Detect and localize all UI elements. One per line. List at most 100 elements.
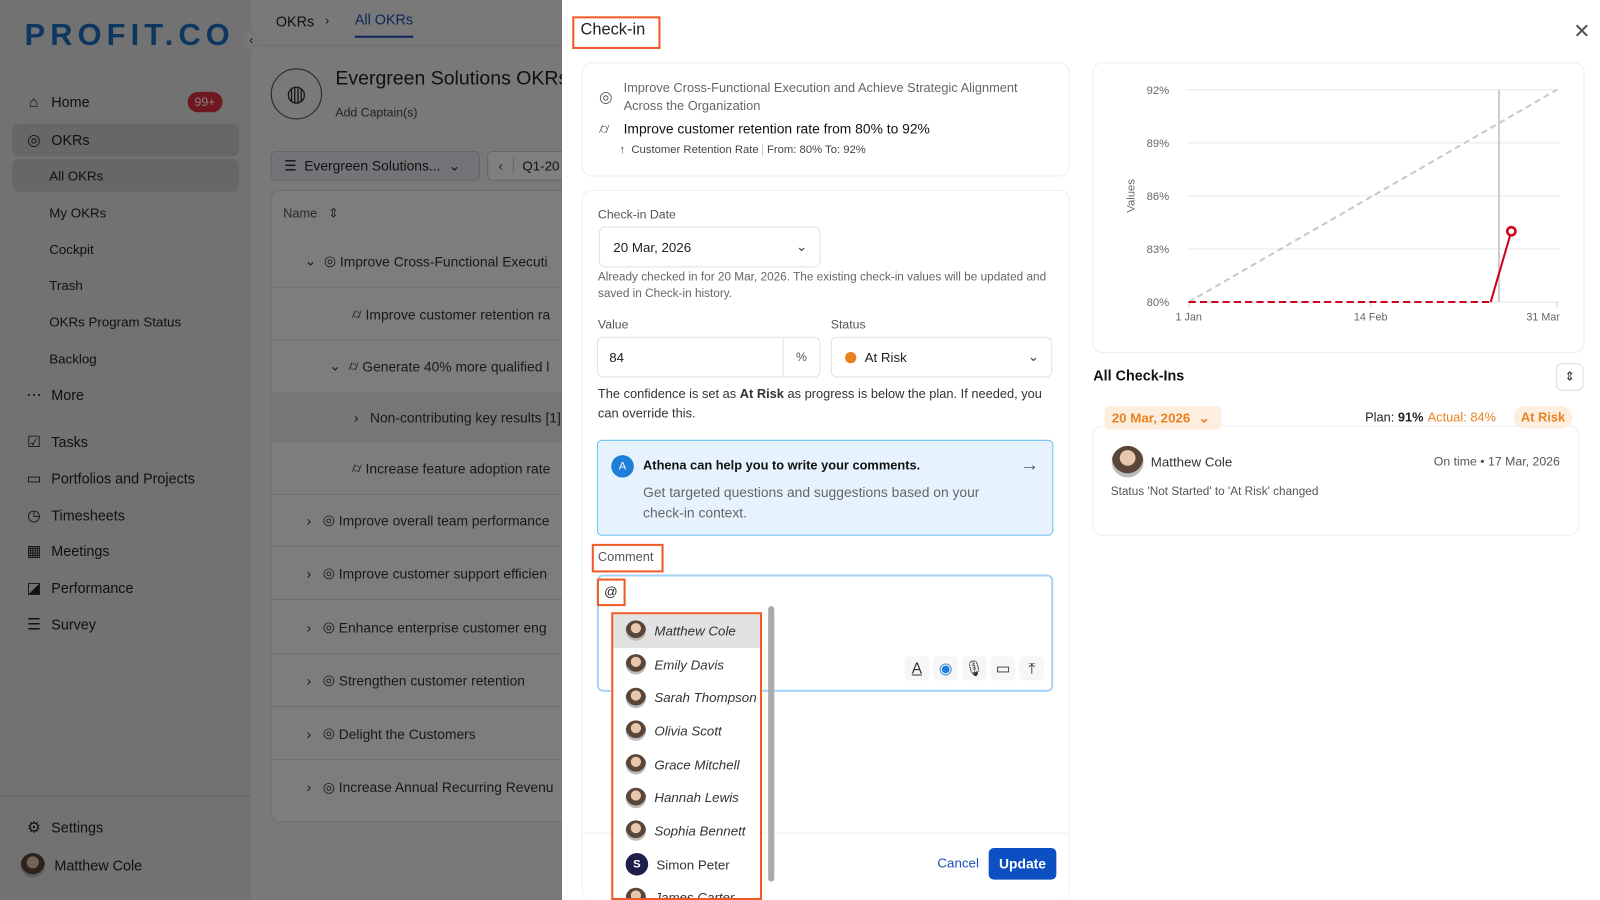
actual-line [1489,231,1513,303]
value: 91% [1397,410,1424,425]
actual-value: Actual: 84% [1427,410,1497,425]
objective-title: Improve Cross-Functional Execution and A… [623,80,1018,114]
checkin-time: On time • 17 Mar, 2026 [1433,454,1560,469]
athena-icon: A [611,455,634,478]
actual-point [1505,225,1517,237]
scrollbar[interactable] [768,606,775,882]
mention-name: Olivia Scott [654,723,722,739]
avatar [625,687,647,708]
arrow-up-icon: ↑ [619,143,632,157]
confidence-note: The confidence is set as At Risk as prog… [598,385,1054,424]
user-name: Matthew Cole [1150,454,1233,470]
y-tick-label: 86% [1147,191,1170,203]
status-badge: At Risk [1513,406,1573,429]
value-label: Value [597,317,629,332]
avatar [625,754,647,775]
avatar [625,720,647,742]
arrow-right-icon[interactable]: → [1020,454,1038,475]
avatar [625,820,647,842]
chevron-down-icon: ⌄ [795,238,808,255]
cancel-button[interactable]: Cancel [937,855,979,870]
mention-option[interactable]: Emily Davis [613,648,760,681]
background-app: PROFIT.CO ⌂Home99+ ◎OKRs All OKRs My OKR… [0,0,563,900]
mention-name: Emily Davis [654,656,724,672]
date: 20 Mar, 2026 [1111,410,1191,426]
value-input[interactable]: 84% [596,336,821,378]
unit-label: % [782,337,820,377]
mention-option[interactable]: Sophia Bennett [613,814,760,847]
change-description: Status 'Not Started' to 'At Risk' change… [1110,485,1319,498]
mention-option[interactable]: Olivia Scott [613,714,760,747]
checkin-history-card [1092,425,1580,536]
checkin-date-label: Check-in Date [597,207,676,222]
okr-summary-card: ◎ Improve Cross-Functional Execution and… [581,62,1070,177]
avatar [625,787,647,808]
all-checkins-title: All Check-Ins [1093,367,1185,384]
microphone-icon[interactable]: 🎙 [962,656,987,681]
status-value: At Risk [864,349,907,365]
update-button[interactable]: Update [988,847,1057,880]
mention-dropdown: Matthew Cole Emily Davis Sarah Thompson Oli… [611,612,763,900]
objective-icon: ◎ [598,88,613,107]
mention-name: Sarah Thompson [654,690,757,706]
metric-name: Customer Retention Rate [631,143,759,157]
key-result-title: Improve customer retention rate from 80%… [623,121,930,137]
date-value: 20 Mar, 2026 [613,239,692,255]
progress-chart: 80% 83% 86% 89% 92% 1 Jan 14 Feb 31 Mar Values [1125,85,1560,323]
mention-name: Matthew Cole [654,623,736,639]
sort-toggle-icon[interactable]: ⇕ [1555,363,1584,391]
y-axis-label: Values [1125,179,1137,213]
mention-option[interactable]: S Simon Peter [613,848,760,881]
athena-suggestion-card[interactable]: A Athena can help you to write your comm… [596,439,1054,536]
progress-chart-card: 80% 83% 86% 89% 92% 1 Jan 14 Feb 31 Mar Values [1092,62,1585,354]
mention-option[interactable]: James Carter [613,881,760,900]
mention-name: Simon Peter [656,856,730,873]
value-text: 84 [609,349,625,365]
mention-option[interactable]: Hannah Lewis [613,781,760,814]
text: The confidence is set as [597,386,740,402]
y-tick-label: 92% [1147,85,1170,97]
x-tick-label: 31 Mar [1526,311,1560,323]
drawer-title: Check-in [580,21,646,39]
y-tick-label: 80% [1147,297,1170,309]
history-date-dropdown[interactable]: 20 Mar, 2026 ⌄ [1104,406,1222,430]
status-label: Status [830,317,866,332]
text-bold: At Risk [739,386,784,402]
mention-name: Sophia Bennett [654,823,746,839]
close-icon[interactable]: ✕ [1573,18,1590,44]
athena-icon[interactable]: ◉ [933,656,958,681]
mention-option[interactable]: Sarah Thompson [613,681,760,714]
status-dropdown[interactable]: At Risk ⌄ [830,336,1053,378]
key-result-icon: ⌭ [598,120,610,137]
chevron-down-icon: ⌄ [1198,409,1210,425]
athena-body: Get targeted questions and suggestions b… [643,484,980,521]
comment-toolbar: A ◉ 🎙 ▭ ⤒ [900,656,1045,681]
upload-icon[interactable]: ⤒ [1019,656,1045,681]
x-tick-label: 1 Jan [1176,311,1202,323]
text-format-icon[interactable]: A [904,656,930,681]
metric-range: From: 80% To: 92% [761,143,866,157]
y-tick-label: 83% [1147,244,1170,256]
mention-name: James Carter [654,890,735,900]
athena-title: Athena can help you to write your commen… [643,458,921,473]
mention-option[interactable]: Grace Mitchell [613,748,760,781]
mention-option[interactable]: Matthew Cole [613,614,760,648]
y-tick-label: 89% [1147,138,1170,150]
avatar [625,620,647,642]
x-tick-label: 14 Feb [1354,311,1388,323]
video-icon[interactable]: ▭ [990,656,1016,681]
metric-row: ↑ Customer Retention Rate From: 80% To: … [619,143,866,157]
avatar [625,887,647,898]
avatar [625,654,647,675]
comment-text: @ [604,583,618,599]
date-note: Already checked in for 20 Mar, 2026. The… [597,271,1047,300]
chevron-down-icon: ⌄ [1027,348,1039,365]
status-dot [845,351,857,363]
mention-name: Hannah Lewis [654,790,739,806]
mention-name: Grace Mitchell [654,756,740,773]
checkin-date-dropdown[interactable]: 20 Mar, 2026 ⌄ [598,226,821,268]
avatar: S [625,853,649,876]
modal-backdrop[interactable] [0,0,563,900]
comment-label: Comment [597,549,654,565]
plan-value: Plan: 91% [1365,410,1423,424]
